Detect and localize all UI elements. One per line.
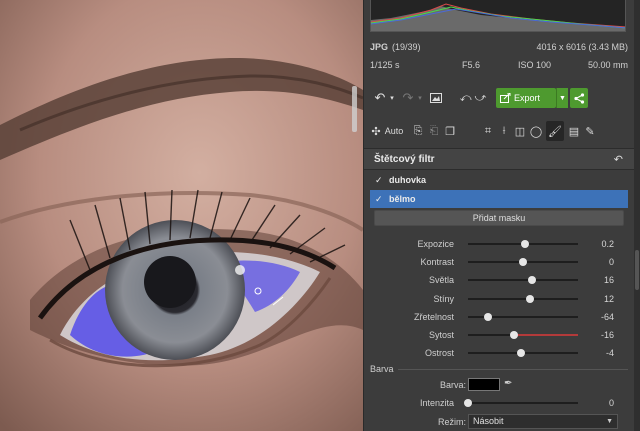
export-menu-arrow[interactable]: ▼: [556, 88, 568, 108]
focal-length: 50.00 mm: [587, 60, 628, 70]
undo-menu-icon[interactable]: ▾: [388, 88, 396, 108]
crop-icon[interactable]: ⌗: [480, 121, 496, 141]
perspective-icon[interactable]: ⟊: [496, 121, 512, 141]
slider-label: Sytost: [428, 330, 454, 340]
mode-value: Násobit: [473, 416, 504, 426]
paste-icon[interactable]: ⎗: [426, 121, 442, 141]
mode-select[interactable]: Násobit ▼: [468, 414, 618, 429]
aperture: F5.6: [462, 60, 481, 70]
photo-image: [0, 0, 363, 431]
auto-button[interactable]: Auto: [383, 121, 405, 141]
color-label: Barva:: [439, 380, 466, 390]
slider-expozice: Expozice 0.2: [364, 237, 628, 251]
slider-track[interactable]: [468, 334, 578, 336]
gradient-icon[interactable]: ◫: [512, 121, 528, 141]
slider-value: 0.2: [601, 239, 614, 249]
slider-knob[interactable]: [521, 240, 530, 248]
slider-knob[interactable]: [510, 331, 519, 339]
slider-value: -64: [600, 311, 614, 322]
tools-toolbar: ✣ Auto ⎘ ⎗ ❐ ⌗ ⟊ ◫ ◯ 🖌 ▤ ✎: [370, 120, 628, 142]
chevron-down-icon: ▼: [606, 418, 613, 425]
rotate-icon[interactable]: ⤺ ⤻: [458, 88, 488, 108]
slider-sytost: Sytost -16: [364, 328, 628, 342]
canvas-scrollbar[interactable]: [352, 86, 357, 132]
file-index: (19/39): [392, 42, 421, 52]
slider-track[interactable]: [468, 402, 578, 404]
slider-value: -16: [600, 330, 614, 340]
file-info-row: JPG (19/39) 4016 x 6016 (3.43 MB): [370, 42, 628, 56]
slider-label: Intenzita: [419, 398, 454, 408]
mask-item-duhovka[interactable]: ✓ duhovka: [370, 171, 628, 189]
eyedropper-icon[interactable]: ✒: [504, 378, 512, 389]
mask-label: bělmo: [389, 194, 416, 204]
panel-scrollbar[interactable]: [634, 0, 640, 431]
slider-label: Světla: [428, 275, 454, 286]
image-icon[interactable]: [428, 88, 444, 108]
photo-canvas[interactable]: [0, 0, 363, 431]
filter-header: Štětcový filtr ↶: [364, 148, 635, 170]
histogram: [370, 0, 626, 32]
right-panel: JPG (19/39) 4016 x 6016 (3.43 MB) 1/125 …: [363, 0, 640, 431]
share-icon[interactable]: [570, 88, 588, 108]
color-section-title: Barva: [370, 364, 394, 374]
slider-label: Expozice: [417, 239, 454, 249]
slider-stíny: Stíny 12: [364, 292, 628, 306]
radial-icon[interactable]: ◯: [528, 121, 544, 141]
main-toolbar: ↶ ▾ ↷ ▾ ⤺ ⤻ Export ▼: [370, 86, 628, 110]
add-mask-button[interactable]: Přidat masku: [374, 210, 624, 226]
slider-intensity: Intenzita 0: [364, 396, 628, 410]
export-button[interactable]: Export: [496, 88, 556, 108]
duplicate-icon[interactable]: ❐: [442, 121, 458, 141]
slider-value: 12: [603, 293, 614, 304]
slider-label: Ostrost: [424, 348, 454, 359]
export-label: Export: [514, 93, 541, 103]
erase-icon[interactable]: ✎: [582, 121, 598, 141]
iso: ISO 100: [518, 60, 552, 70]
slider-knob[interactable]: [525, 294, 534, 303]
checkbox-icon[interactable]: ✓: [375, 175, 384, 185]
slider-label: Stíny: [433, 293, 454, 304]
shutter-speed: 1/125 s: [370, 60, 400, 70]
gradient-filter-icon[interactable]: ▤: [566, 121, 582, 141]
file-resolution: 4016 x 6016 (3.43 MB): [536, 42, 628, 52]
panel-scroll-thumb[interactable]: [635, 250, 639, 290]
slider-knob[interactable]: [516, 349, 525, 358]
export-icon: [500, 93, 511, 103]
copy-icon[interactable]: ⎘: [410, 121, 426, 141]
exif-row: 1/125 s F5.6 ISO 100 50.00 mm: [370, 60, 628, 74]
section-divider: [398, 369, 628, 370]
redo-menu-icon[interactable]: ▾: [416, 88, 424, 108]
mode-row: Režim: Násobit ▼: [364, 414, 628, 430]
filter-title: Štětcový filtr: [374, 154, 435, 165]
slider-value: -4: [605, 348, 614, 359]
undo-icon[interactable]: ↶: [372, 88, 388, 108]
mask-label: duhovka: [389, 175, 427, 185]
slider-kontrast: Kontrast 0: [364, 255, 628, 269]
brush-icon[interactable]: 🖌: [546, 121, 564, 141]
slider-label: Kontrast: [420, 257, 454, 268]
mask-item-belmo[interactable]: ✓ bělmo: [370, 190, 628, 208]
slider-value: 0: [608, 257, 614, 268]
slider-knob[interactable]: [483, 312, 492, 321]
color-row: Barva: ✒: [364, 378, 628, 392]
auto-icon[interactable]: ✣: [370, 121, 382, 141]
slider-label: Zřetelnost: [413, 311, 454, 322]
slider-zřetelnost: Zřetelnost -64: [364, 310, 628, 324]
slider-track[interactable]: [468, 279, 578, 282]
slider-světla: Světla 16: [364, 273, 628, 287]
slider-knob[interactable]: [464, 399, 472, 407]
slider-knob[interactable]: [519, 258, 527, 267]
slider-value: 16: [603, 275, 614, 286]
slider-track[interactable]: [468, 297, 578, 300]
slider-ostrost: Ostrost -4: [364, 346, 628, 360]
slider-value: 0: [608, 398, 614, 408]
redo-icon[interactable]: ↷: [400, 88, 416, 108]
reset-icon[interactable]: ↶: [614, 153, 623, 166]
color-swatch[interactable]: [468, 378, 500, 391]
mode-label: Režim:: [437, 417, 466, 427]
file-format: JPG: [370, 42, 389, 52]
checkbox-icon[interactable]: ✓: [375, 194, 384, 204]
slider-knob[interactable]: [527, 276, 536, 285]
